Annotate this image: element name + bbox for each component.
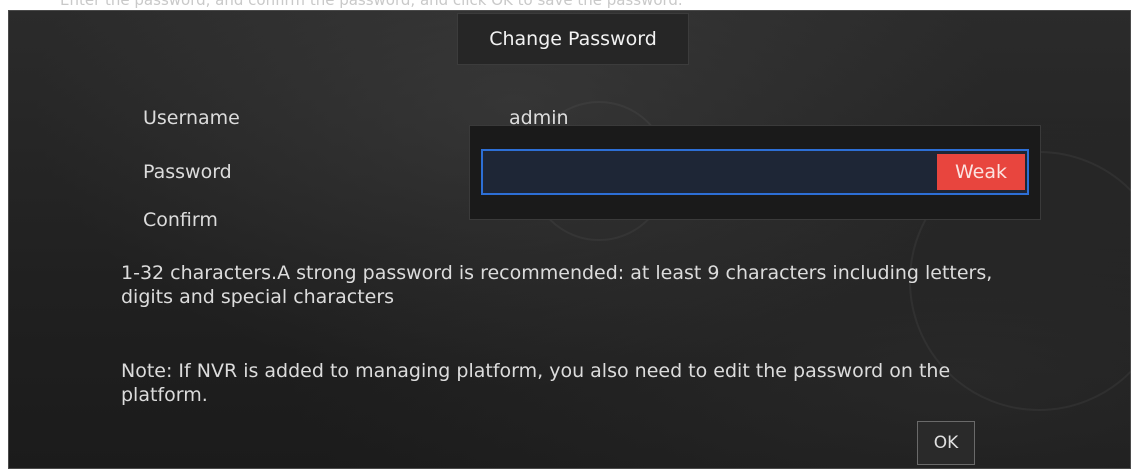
change-password-dialog: Change Password Username admin Password … bbox=[8, 10, 1131, 469]
page: Enter the password, and confirm the pass… bbox=[0, 0, 1131, 469]
ok-button-label: OK bbox=[933, 433, 959, 453]
password-input[interactable]: Weak bbox=[481, 149, 1029, 195]
password-label: Password bbox=[143, 161, 232, 183]
username-label: Username bbox=[143, 107, 240, 129]
confirm-label: Confirm bbox=[143, 209, 218, 231]
ok-button[interactable]: OK bbox=[917, 421, 975, 465]
dialog-title: Change Password bbox=[489, 28, 657, 50]
password-strength-badge: Weak bbox=[937, 154, 1025, 190]
password-requirements-text: 1-32 characters.A strong password is rec… bbox=[121, 262, 993, 308]
platform-note-text: Note: If NVR is added to managing platfo… bbox=[121, 360, 951, 406]
dialog-title-bar: Change Password bbox=[457, 13, 689, 65]
password-strength-text: Weak bbox=[954, 161, 1007, 183]
